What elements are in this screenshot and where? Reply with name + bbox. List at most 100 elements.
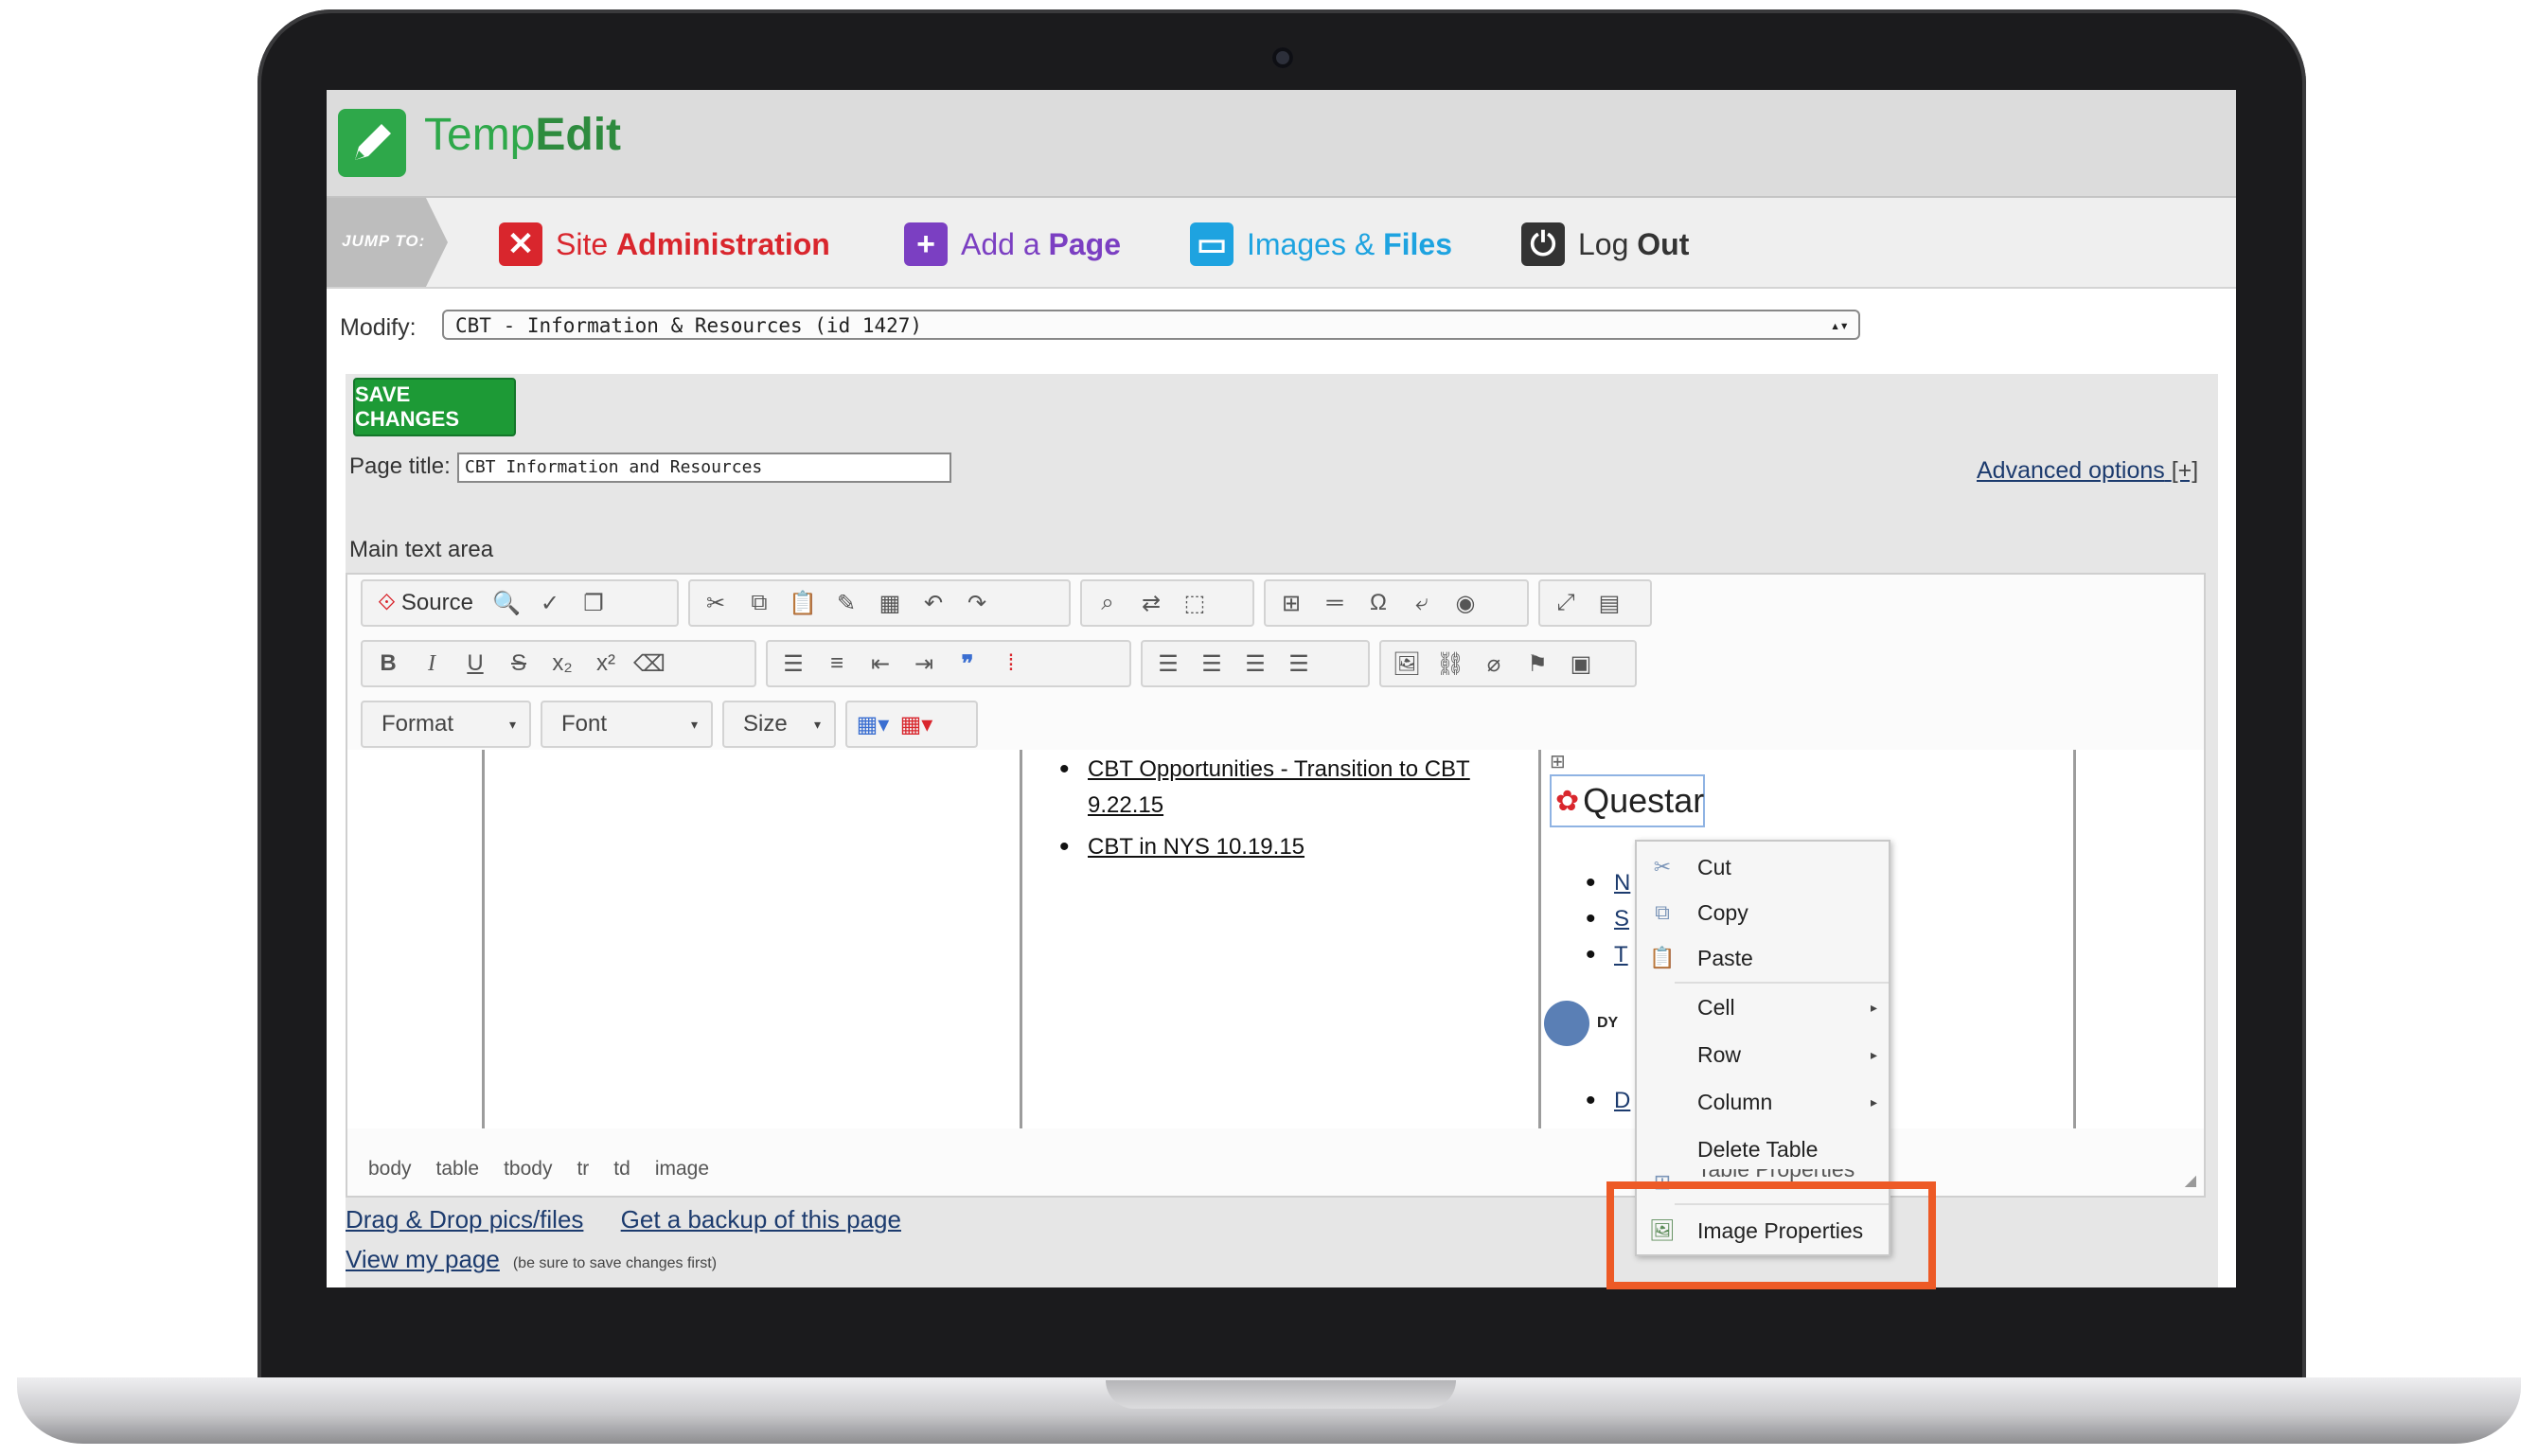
page-title-input[interactable]: CBT Information and Resources [457,453,951,483]
paste-icon[interactable]: 📋 [785,585,821,621]
strike-icon[interactable]: S [501,646,537,682]
link-icon[interactable]: ⛓ [1432,646,1468,682]
show-blocks-icon[interactable]: ▤ [1591,585,1627,621]
dropdown-arrow-icon: ▾ [508,716,516,732]
clipped-link[interactable]: D [1614,1088,1630,1113]
menu-item-delete-table[interactable]: Delete Table [1637,1126,1889,1173]
font-dropdown[interactable]: Font ▾ [541,701,713,748]
toolbar-group-links: 🖼 ⛓ ⌀ ⚑ ▣ [1379,640,1637,687]
flash-icon[interactable]: ▣ [1563,646,1599,682]
highlight-box [1606,1181,1936,1289]
clipped-list-bottom: D [1586,1083,1642,1125]
copy-icon[interactable]: ⧉ [741,585,777,621]
replace-icon[interactable]: ⇄ [1133,585,1169,621]
iframe-icon[interactable]: ◉ [1447,585,1483,621]
indent-icon[interactable]: ⇥ [906,646,942,682]
outdent-icon[interactable]: ⇤ [862,646,898,682]
nav-images-files[interactable]: ▭ Images & Files [1190,222,1452,266]
path-table[interactable]: table [436,1158,480,1181]
maximize-icon[interactable]: ⤢ [1548,585,1584,621]
pencil-icon [338,109,406,177]
bold-icon[interactable]: B [370,646,406,682]
align-right-icon[interactable]: ☰ [1237,646,1273,682]
modify-select[interactable]: CBT - Information & Resources (id 1427) ▴… [442,310,1860,340]
anchor-icon[interactable]: ⚑ [1519,646,1555,682]
image-icon[interactable]: 🖼 [1389,646,1425,682]
format-dropdown[interactable]: Format ▾ [361,701,531,748]
menu-item-paste[interactable]: 📋 Paste [1637,934,1889,982]
table-move-icon[interactable]: ⊞ [1550,750,1566,773]
nav-site-administration[interactable]: ✕ Site Administration [499,222,830,266]
source-button[interactable]: ⟐ Source [370,585,481,621]
dyknow-logo: DY [1544,1001,1618,1046]
view-page-row: View my page (be sure to save changes fir… [346,1245,717,1274]
cbt-opportunities-link[interactable]: CBT Opportunities - Transition to CBT 9.… [1088,756,1470,818]
clipped-link[interactable]: T [1614,942,1628,968]
menu-item-copy[interactable]: ⧉ Copy [1637,889,1889,936]
div-icon[interactable]: ⁞ [993,646,1029,682]
clipped-link[interactable]: N [1614,870,1630,896]
toolbar-group-find: ⌕ ⇄ ⬚ [1080,579,1254,627]
templates-icon[interactable]: ❐ [576,585,612,621]
path-image[interactable]: image [655,1158,709,1181]
save-changes-button[interactable]: SAVE CHANGES [353,378,516,436]
menu-item-cell[interactable]: Cell ▸ [1637,984,1889,1031]
bullet-list-icon[interactable]: ≡ [819,646,855,682]
size-dropdown[interactable]: Size ▾ [722,701,836,748]
paste-text-icon[interactable]: ✎ [828,585,864,621]
nav-add-page[interactable]: + Add a Page [904,222,1121,266]
select-arrow-icon: ▴▾ [1830,316,1849,334]
undo-icon[interactable]: ↶ [915,585,951,621]
align-center-icon[interactable]: ☰ [1194,646,1230,682]
questar-image[interactable]: ✿ Questar [1550,774,1705,827]
menu-item-row[interactable]: Row ▸ [1637,1031,1889,1078]
blockquote-icon[interactable]: ❞ [950,646,985,682]
view-page-link[interactable]: View my page [346,1245,500,1273]
backup-link[interactable]: Get a backup of this page [621,1205,901,1234]
cut-icon[interactable]: ✂ [698,585,734,621]
list-item: T [1586,937,1642,973]
superscript-icon[interactable]: x² [588,646,624,682]
remove-format-icon[interactable]: ⌫ [631,646,667,682]
preview-icon[interactable]: 🔍 [488,585,524,621]
unlink-icon[interactable]: ⌀ [1476,646,1512,682]
numbered-list-icon[interactable]: ☰ [775,646,811,682]
special-char-icon[interactable]: Ω [1360,585,1396,621]
source-icon: ⟐ [378,590,396,615]
cbt-in-nys-link[interactable]: CBT in NYS 10.19.15 [1088,834,1304,860]
path-body[interactable]: body [368,1158,412,1181]
resize-handle-icon[interactable]: ◢ [2185,1171,2196,1190]
drag-drop-link[interactable]: Drag & Drop pics/files [346,1205,583,1234]
subscript-icon[interactable]: x₂ [544,646,580,682]
rich-text-editor: ⟐ Source 🔍 ✓ ❐ ✂ ⧉ 📋 ✎ ▦ ↶ ↷ ⌕ ⇄ ⬚ ⊞ ═ Ω… [346,573,2206,1198]
editor-content[interactable]: CBT Opportunities - Transition to CBT 9.… [347,750,2204,1128]
app-logo[interactable]: TempEdit [424,109,621,161]
horizontal-rule-icon[interactable]: ═ [1317,585,1353,621]
underline-icon[interactable]: U [457,646,493,682]
clipped-link[interactable]: S [1614,906,1629,932]
text-color-icon[interactable]: ▦▾ [855,706,891,742]
spellcheck-icon[interactable]: ✓ [532,585,568,621]
paste-word-icon[interactable]: ▦ [872,585,908,621]
find-icon[interactable]: ⌕ [1090,585,1126,621]
toolbar-row-2: B I U S x₂ x² ⌫ ☰ ≡ ⇤ ⇥ ❞ ⁞ ☰ ☰ ☰ ☰ 🖼 ⛓ … [361,640,1637,687]
background-color-icon[interactable]: ▦▾ [898,706,934,742]
page-break-icon[interactable]: ⤶ [1404,585,1440,621]
main-text-label: Main text area [349,537,494,562]
laptop-notch [1106,1380,1456,1409]
advanced-options-link[interactable]: Advanced options [+] [1977,457,2198,485]
nav-log-out[interactable]: ⏻ Log Out [1521,222,1689,266]
globe-icon [1544,1001,1589,1046]
edit-panel: SAVE CHANGES Page title: CBT Information… [346,374,2218,1287]
path-tr[interactable]: tr [577,1158,589,1181]
align-left-icon[interactable]: ☰ [1150,646,1186,682]
italic-icon[interactable]: I [414,646,450,682]
menu-item-column[interactable]: Column ▸ [1637,1078,1889,1126]
path-tbody[interactable]: tbody [504,1158,552,1181]
select-all-icon[interactable]: ⬚ [1177,585,1213,621]
menu-item-cut[interactable]: ✂ Cut [1637,843,1889,891]
align-justify-icon[interactable]: ☰ [1281,646,1317,682]
redo-icon[interactable]: ↷ [959,585,995,621]
table-icon[interactable]: ⊞ [1273,585,1309,621]
path-td[interactable]: td [613,1158,630,1181]
